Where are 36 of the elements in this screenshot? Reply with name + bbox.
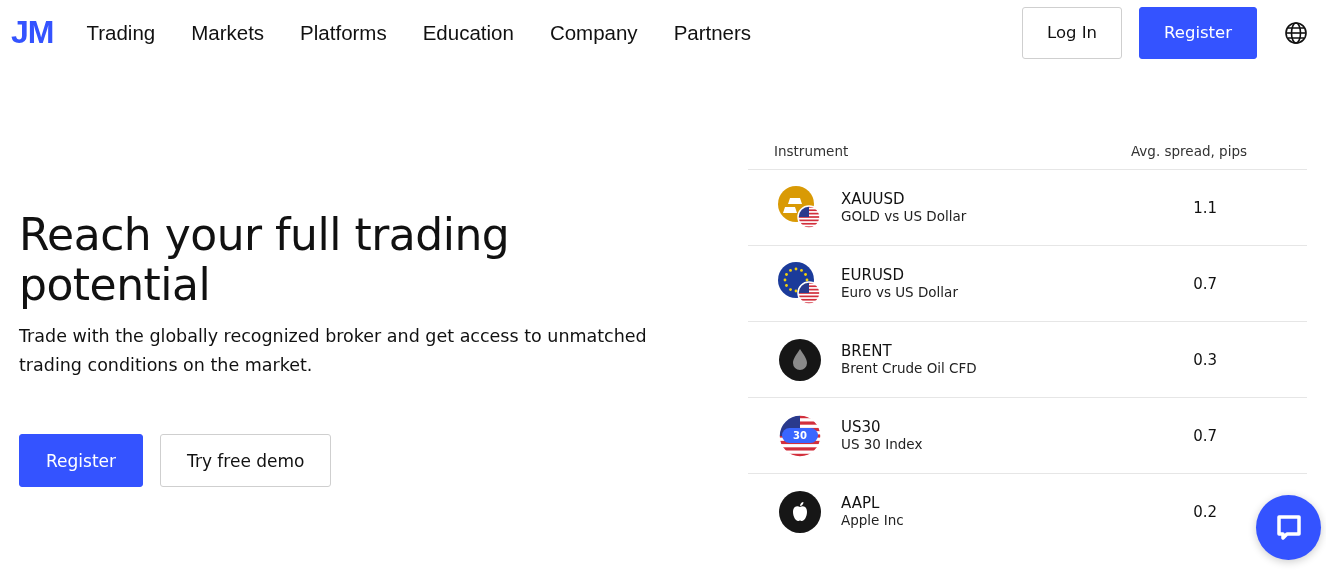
instrument-symbol: XAUUSD (841, 190, 906, 208)
instrument-symbol: US30 (841, 418, 882, 436)
logo[interactable]: JM (11, 14, 54, 51)
apple-icon (778, 489, 822, 534)
register-button[interactable]: Register (19, 434, 143, 487)
hero-subtitle: Trade with the globally recognized broker and get access to unmatched trading conditions on the market. (19, 325, 648, 377)
instrument-name: Brent Crude Oil CFD (841, 360, 977, 377)
nav-link[interactable]: Platforms (300, 20, 387, 45)
nav-link[interactable]: Trading (86, 20, 156, 45)
instrument-name: GOLD vs US Dollar (841, 208, 967, 225)
instrument-name: Euro vs US Dollar (841, 284, 958, 301)
instrument-symbol: EURUSD (841, 266, 905, 284)
register-button[interactable]: Register (1139, 6, 1257, 59)
oil-drop-icon (778, 337, 822, 382)
column-header: Instrument (774, 143, 849, 161)
nav-link[interactable]: Company (549, 20, 638, 45)
instrument-name: US 30 Index (841, 436, 923, 453)
chat-button[interactable] (1256, 495, 1321, 560)
euro-flag-icon (778, 261, 822, 306)
instrument-symbol: AAPL (841, 494, 881, 512)
ingot-icon (778, 185, 822, 230)
instrument-symbol: BRENT (841, 342, 893, 360)
hero-title: Reach your full trading potential (19, 210, 511, 310)
nav-link[interactable]: Education (422, 20, 514, 45)
spread-value: 0.7 (1193, 274, 1217, 293)
column-header: Avg. spread, pips (1130, 143, 1247, 161)
spread-value: 0.3 (1193, 350, 1217, 369)
instrument-name: Apple Inc (841, 512, 904, 529)
demo-button[interactable]: Try free demo (160, 434, 332, 487)
spread-value: 1.1 (1193, 198, 1217, 217)
spread-value: 0.2 (1193, 502, 1217, 521)
login-button[interactable]: Log In (1022, 6, 1123, 59)
nav-link[interactable]: Markets (191, 20, 265, 45)
spread-value: 0.7 (1193, 426, 1217, 445)
globe-icon[interactable] (1284, 20, 1308, 45)
nav-link[interactable]: Partners (673, 20, 752, 45)
